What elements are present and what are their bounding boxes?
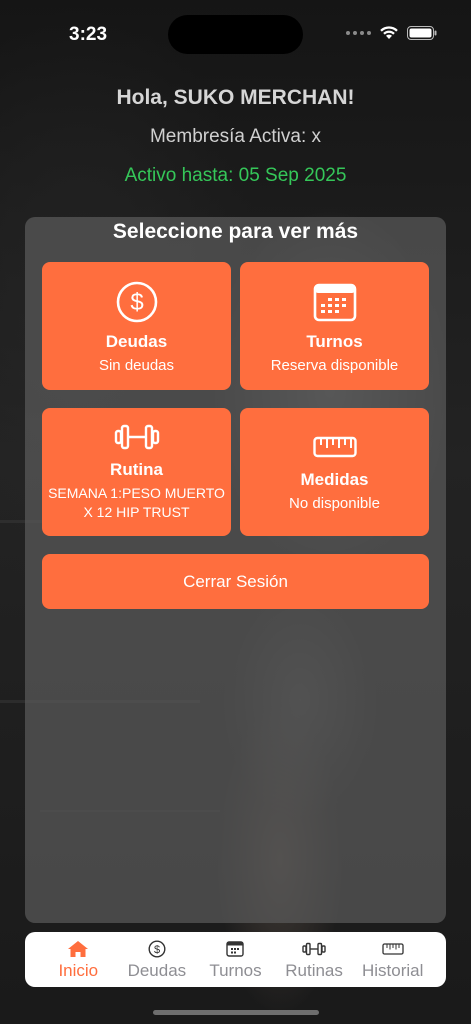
card-medidas-subtitle: No disponible [289, 495, 380, 512]
svg-text:$: $ [154, 944, 160, 956]
status-icons [346, 25, 437, 40]
tab-rutinas-label: Rutinas [285, 961, 343, 980]
dynamic-island [168, 15, 303, 54]
status-bar: 3:23 [0, 0, 471, 60]
card-deudas-subtitle: Sin deudas [98, 357, 175, 374]
signal-icon [346, 30, 371, 35]
tab-historial[interactable]: Historial [355, 932, 431, 981]
tab-turnos[interactable]: Turnos [197, 932, 273, 981]
tab-turnos-label: Turnos [209, 961, 262, 980]
home-icon [67, 940, 89, 958]
active-until-date: Activo hasta: 05 Sep 2025 [124, 165, 347, 186]
battery-icon [407, 25, 437, 40]
dollar-circle-icon: $ [148, 940, 166, 958]
card-medidas[interactable]: Medidas No disponible [240, 408, 429, 536]
logout-button[interactable]: Cerrar Sesión [42, 554, 429, 609]
card-turnos-subtitle: Reserva disponible [270, 357, 399, 374]
card-turnos[interactable]: Turnos Reserva disponible [240, 262, 429, 390]
card-rutina[interactable]: Rutina SEMANA 1:PESO MUERTO X 12 HIP TRU… [42, 408, 231, 536]
tab-deudas-label: Deudas [127, 961, 187, 980]
card-deudas-title: Deudas [105, 332, 168, 351]
home-indicator [153, 1010, 319, 1015]
tab-inicio[interactable]: Inicio [40, 932, 116, 981]
card-deudas[interactable]: $ Deudas Sin deudas [42, 262, 231, 390]
panel-title: Seleccione para ver más [112, 220, 359, 243]
dumbbell-icon [114, 420, 160, 454]
tab-inicio-label: Inicio [58, 961, 99, 980]
ruler-icon [382, 940, 404, 958]
svg-text:$: $ [130, 289, 143, 316]
wifi-icon [380, 26, 398, 39]
dollar-circle-icon: $ [115, 280, 159, 324]
card-turnos-title: Turnos [306, 332, 363, 351]
tab-bar: Inicio $ Deudas Turnos Rutinas Historial [25, 932, 446, 987]
ruler-icon [312, 432, 357, 462]
card-rutina-title: Rutina [110, 460, 163, 479]
membership-status: Membresía Activa: x [149, 126, 322, 147]
card-rutina-subtitle: SEMANA 1:PESO MUERTO X 12 HIP TRUST [48, 485, 225, 520]
calendar-icon [313, 280, 357, 324]
card-medidas-title: Medidas [300, 470, 369, 489]
calendar-icon [226, 940, 245, 958]
tab-rutinas[interactable]: Rutinas [276, 932, 352, 981]
greeting-title: Hola, SUKO MERCHAN! [116, 86, 355, 109]
status-time: 3:23 [69, 24, 108, 45]
dumbbell-icon [302, 940, 326, 958]
tab-deudas[interactable]: $ Deudas [119, 932, 195, 981]
tab-historial-label: Historial [361, 961, 424, 980]
